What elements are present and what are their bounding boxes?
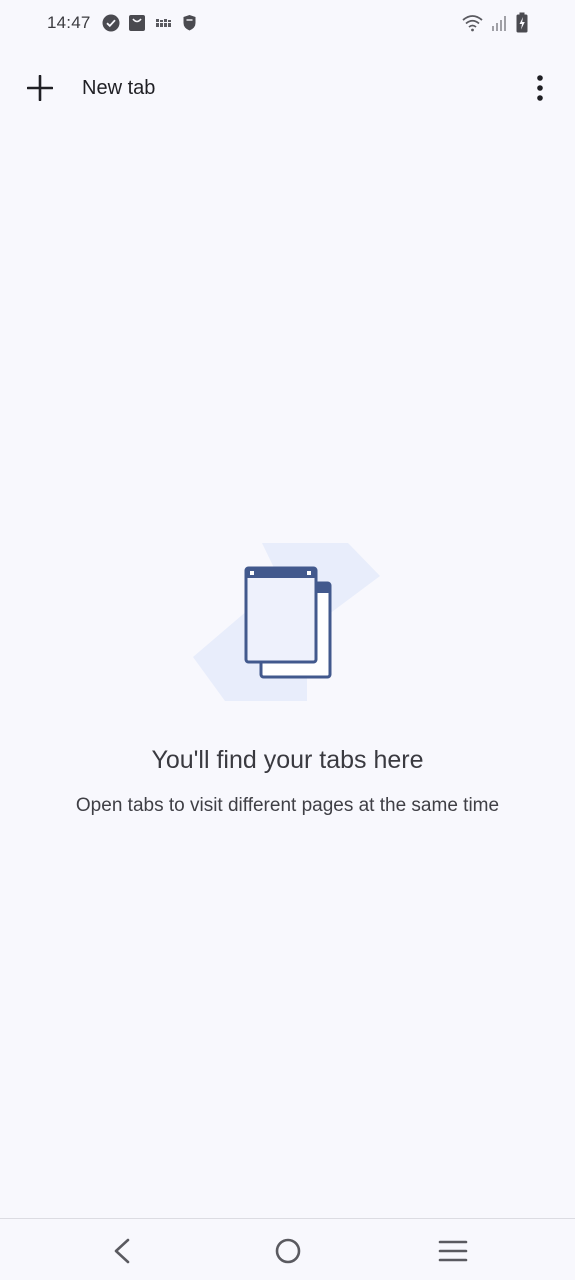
back-icon (114, 1238, 130, 1264)
recents-icon (438, 1240, 468, 1262)
empty-state-subtitle: Open tabs to visit different pages at th… (75, 795, 500, 816)
more-vertical-icon (537, 75, 543, 101)
bag-icon (129, 15, 145, 31)
system-nav-bar (0, 1219, 575, 1280)
more-options-button[interactable] (522, 66, 558, 110)
status-bar: 14:47 (0, 0, 575, 48)
empty-state-title: You'll find your tabs here (151, 746, 424, 774)
tab-switcher-toolbar: New tab (0, 56, 575, 120)
back-button[interactable] (102, 1231, 142, 1271)
signal-icon (492, 16, 506, 31)
tabs-illustration (193, 543, 380, 701)
new-tab-label: New tab (82, 77, 156, 99)
wifi-icon (462, 15, 483, 32)
new-tab-button[interactable]: New tab (20, 66, 220, 110)
check-circle-icon (102, 14, 120, 32)
home-icon (275, 1238, 301, 1264)
text-badge-icon (156, 19, 171, 27)
plus-icon (27, 75, 53, 101)
battery-charging-icon (516, 12, 528, 33)
shield-icon (183, 15, 196, 31)
status-time: 14:47 (47, 13, 91, 32)
recents-button[interactable] (433, 1231, 473, 1271)
home-button[interactable] (268, 1231, 308, 1271)
